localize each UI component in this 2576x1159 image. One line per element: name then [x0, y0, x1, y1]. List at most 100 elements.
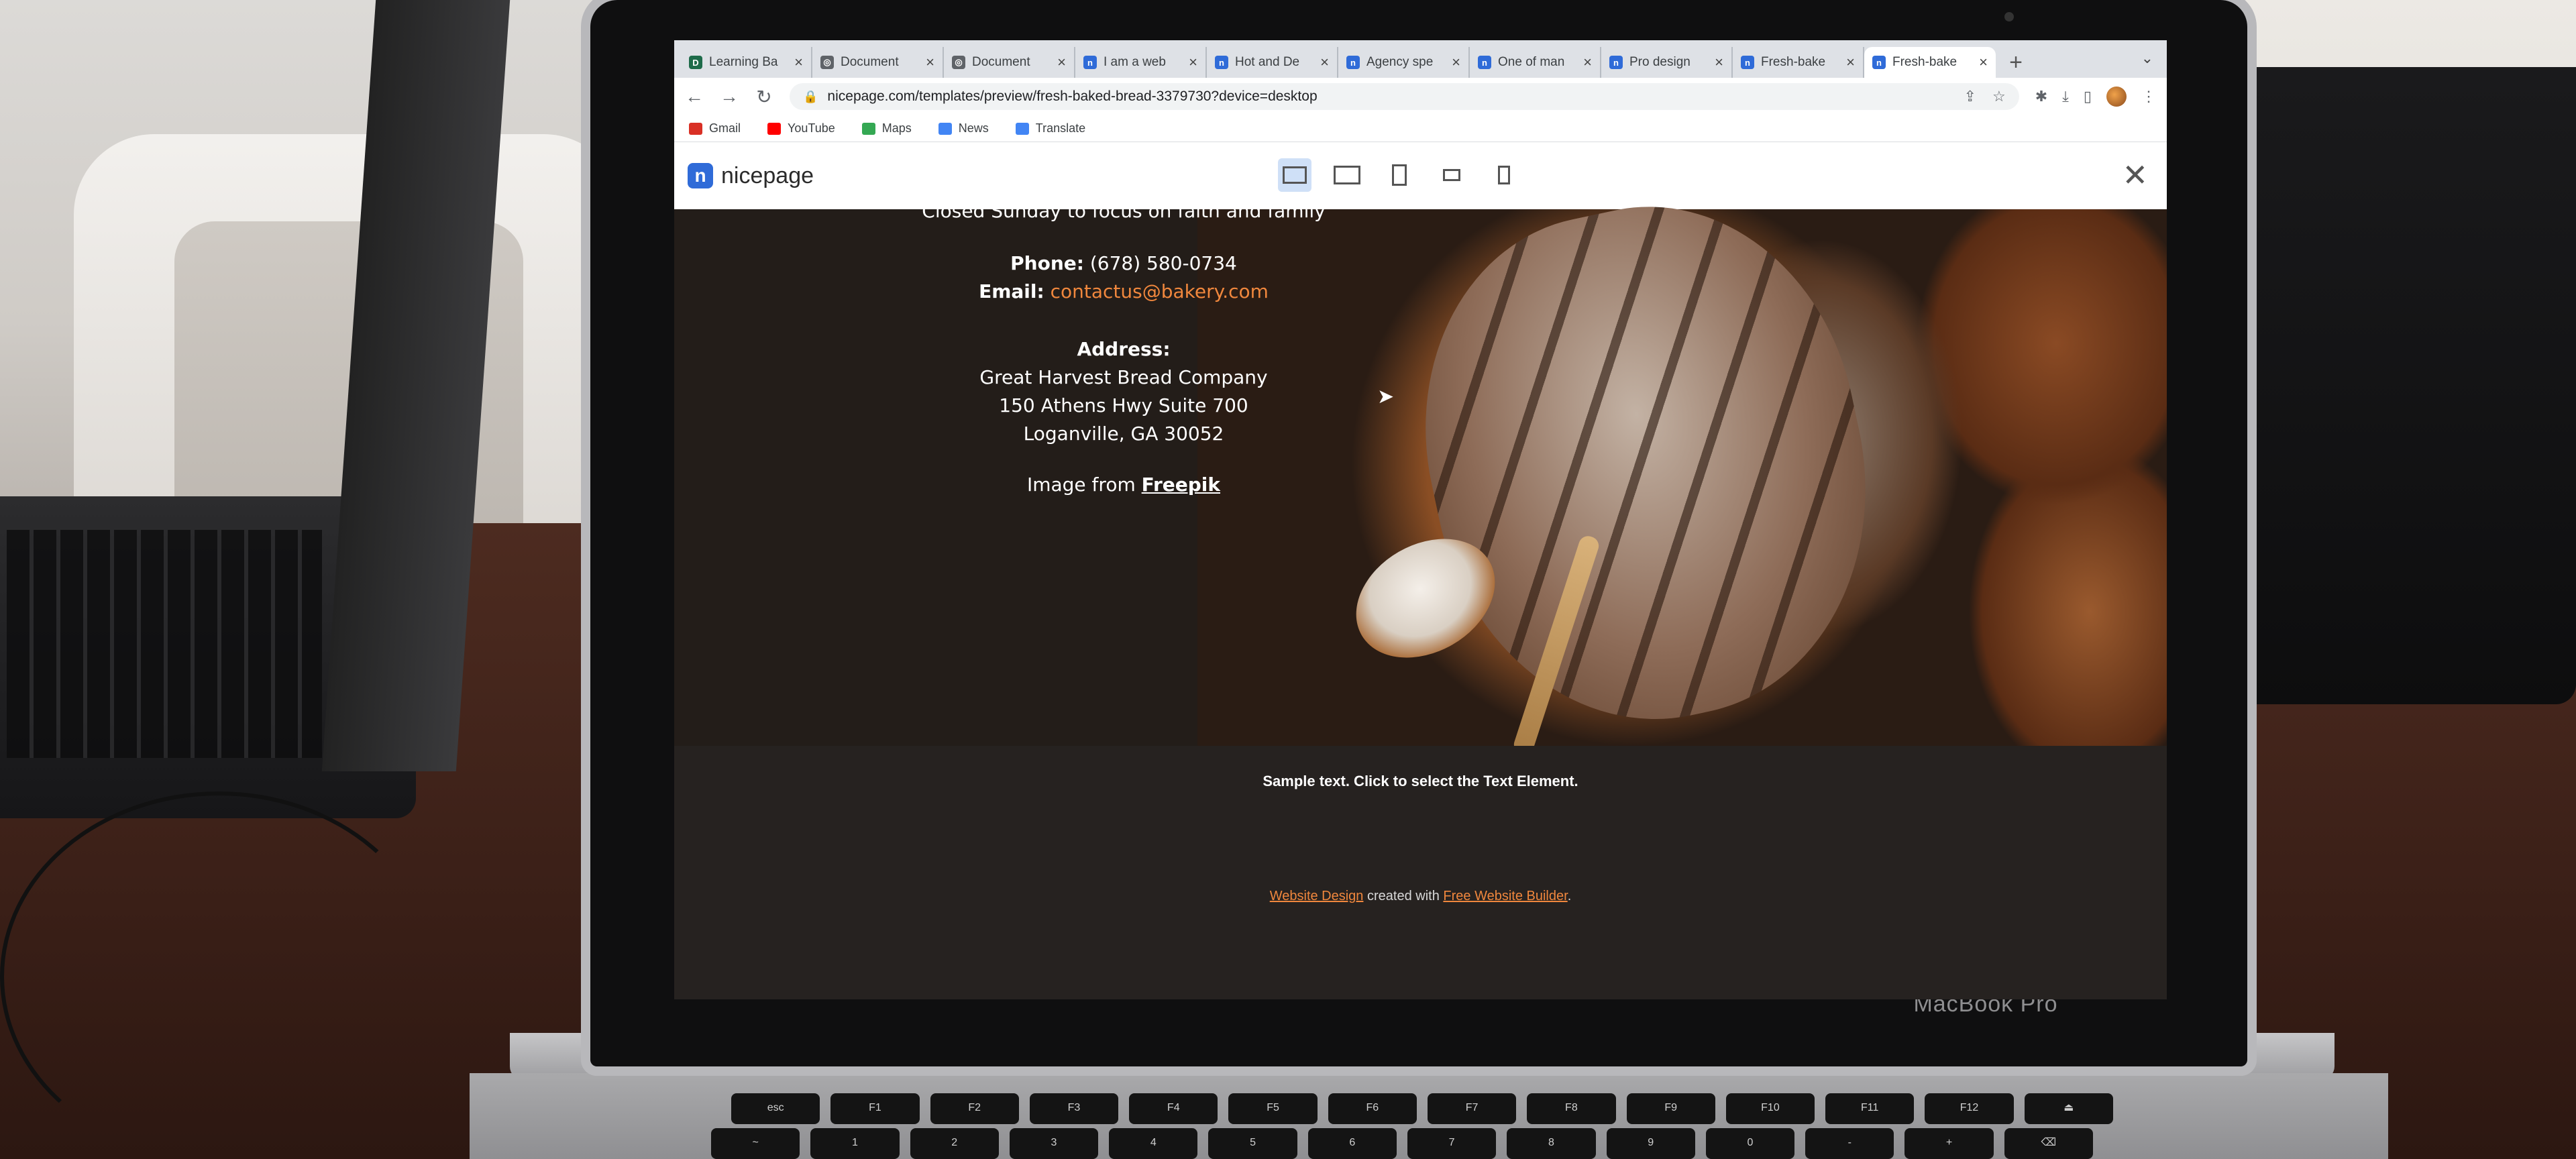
back-icon[interactable]: ← — [685, 86, 704, 107]
forward-icon[interactable]: → — [720, 86, 739, 107]
email-link[interactable]: contactus@bakery.com — [1051, 280, 1269, 302]
tab-label: Fresh-bake — [1761, 55, 1826, 69]
tab-search-icon[interactable]: ⌄ — [2141, 50, 2153, 67]
keyboard-key: F7 — [1427, 1093, 1517, 1124]
freepik-link[interactable]: Freepik — [1142, 474, 1220, 496]
browser-tab[interactable]: D Learning Ba × — [681, 47, 812, 78]
free-website-builder-link[interactable]: Free Website Builder — [1443, 889, 1567, 903]
keyboard-key: F5 — [1228, 1093, 1318, 1124]
phone-label: Phone: — [1010, 252, 1084, 274]
bookmark-icon — [861, 122, 875, 135]
bookmark-item[interactable]: YouTube — [767, 121, 835, 135]
tab-close-icon[interactable]: × — [1979, 54, 1988, 71]
laptop-view-button[interactable] — [1330, 158, 1364, 192]
mouse-cursor-icon: ➤ — [1377, 386, 1395, 408]
tab-label: I am a web — [1104, 55, 1166, 69]
tab-close-icon[interactable]: × — [1715, 54, 1723, 71]
tablet-landscape-icon — [1443, 169, 1460, 181]
bookmark-item[interactable]: Maps — [861, 121, 912, 135]
browser-tab[interactable]: ◎ Document × — [812, 47, 944, 78]
browser-tab[interactable]: n I am a web × — [1075, 47, 1207, 78]
keyboard-key: esc — [731, 1093, 820, 1124]
sample-text-element[interactable]: Sample text. Click to select the Text El… — [674, 773, 2167, 790]
tab-close-icon[interactable]: × — [1057, 54, 1066, 71]
tab-label: Fresh-bake — [1892, 55, 1957, 69]
bookmark-item[interactable]: Translate — [1015, 121, 1086, 135]
keyboard-key: 5 — [1208, 1128, 1297, 1159]
tablet-view-button[interactable] — [1383, 158, 1416, 192]
tab-close-icon[interactable]: × — [1320, 54, 1329, 71]
menu-icon[interactable]: ⋮ — [2141, 88, 2156, 105]
tab-label: Hot and De — [1235, 55, 1300, 69]
keyboard-key: 4 — [1109, 1128, 1198, 1159]
keyboard-key: F1 — [830, 1093, 920, 1124]
tab-label: Document — [972, 55, 1030, 69]
tab-close-icon[interactable]: × — [1189, 54, 1197, 71]
bookmark-icon — [1015, 122, 1029, 135]
keyboard-key: 3 — [1009, 1128, 1099, 1159]
tab-close-icon[interactable]: × — [1846, 54, 1855, 71]
footer-credits: Website Design created with Free Website… — [674, 889, 2167, 904]
desktop-view-button[interactable] — [1278, 158, 1311, 192]
browser-tab[interactable]: n Fresh-bake × — [1733, 47, 1864, 78]
bookmark-item[interactable]: Gmail — [689, 121, 741, 135]
browser-tab[interactable]: n Pro design × — [1601, 47, 1733, 78]
nicepage-logo[interactable]: n nicepage — [688, 163, 814, 189]
lock-icon[interactable]: 🔒 — [803, 90, 818, 104]
browser-tab[interactable]: n Agency spe × — [1338, 47, 1470, 78]
opening-hours-text: Closed Sunday to focus on faith and fami… — [922, 200, 1326, 222]
address-bar[interactable]: 🔒 nicepage.com/templates/preview/fresh-b… — [790, 83, 2019, 110]
tablet-landscape-view-button[interactable] — [1435, 158, 1468, 192]
keyboard-key: 7 — [1407, 1128, 1497, 1159]
macbook-base: esc F1 F2 F3 F4 F5 F6 F7 F8 F9 F10 F11 F12 ⏏ ~1 2 3 4 5 6 7… — [470, 1073, 2388, 1159]
bookmark-label: Maps — [881, 121, 912, 135]
bookmark-icon — [938, 122, 952, 135]
keyboard-key: F6 — [1328, 1093, 1417, 1124]
tab-label: One of man — [1498, 55, 1565, 69]
footer-section: Sample text. Click to select the Text El… — [674, 746, 2167, 999]
browser-tab[interactable]: n One of man × — [1470, 47, 1601, 78]
keyboard-key: F3 — [1029, 1093, 1119, 1124]
browser-tab[interactable]: n Hot and De × — [1207, 47, 1338, 78]
close-icon[interactable]: ✕ — [2122, 157, 2148, 193]
bookmark-icon — [767, 122, 782, 135]
keyboard-key: 1 — [810, 1128, 900, 1159]
tab-close-icon[interactable]: × — [1452, 54, 1460, 71]
tab-label: Learning Ba — [709, 55, 778, 69]
phone-view-button[interactable] — [1487, 158, 1521, 192]
template-preview-content: ➤ Closed Sunday to focus on faith and fa… — [674, 170, 2167, 999]
website-design-link[interactable]: Website Design — [1270, 889, 1364, 903]
bookmark-label: News — [958, 121, 989, 135]
tab-favicon-icon: ◎ — [952, 56, 965, 69]
desktop-icon — [1283, 166, 1307, 184]
background-laptop-right — [2227, 67, 2576, 704]
keyboard-key: F4 — [1129, 1093, 1218, 1124]
tab-close-icon[interactable]: × — [794, 54, 803, 71]
tab-favicon-icon: n — [1346, 56, 1360, 69]
tab-close-icon[interactable]: × — [1583, 54, 1592, 71]
keyboard-key: F10 — [1725, 1093, 1815, 1124]
keyboard-key: + — [1904, 1128, 1994, 1159]
profile-avatar[interactable] — [2106, 87, 2127, 107]
phone-icon — [1498, 166, 1510, 184]
bookmark-star-icon[interactable]: ☆ — [1992, 88, 2006, 105]
side-panel-icon[interactable]: ▯ — [2084, 88, 2092, 105]
bookmark-item[interactable]: News — [938, 121, 989, 135]
bookmark-label: Translate — [1035, 121, 1086, 135]
download-icon[interactable]: ⤓ — [2062, 88, 2069, 105]
keyboard-key: F2 — [930, 1093, 1019, 1124]
address-line-2: 150 Athens Hwy Suite 700 — [999, 394, 1248, 417]
browser-tab[interactable]: ◎ Document × — [944, 47, 1075, 78]
extensions-icon[interactable]: ✱ — [2035, 88, 2047, 105]
new-tab-icon[interactable]: + — [1996, 47, 2036, 78]
email-line: Email: contactus@bakery.com — [902, 278, 1345, 306]
share-icon[interactable]: ⇪ — [1964, 88, 1976, 105]
tab-close-icon[interactable]: × — [926, 54, 934, 71]
camera-icon — [2004, 12, 2014, 21]
browser-tab[interactable]: n Fresh-bake × — [1864, 47, 1996, 78]
keyboard-key: 8 — [1507, 1128, 1596, 1159]
phone-value: (678) 580-0734 — [1089, 252, 1237, 274]
reload-icon[interactable]: ↻ — [755, 86, 773, 108]
tab-favicon-icon: ◎ — [820, 56, 834, 69]
keyboard-key: F11 — [1825, 1093, 1915, 1124]
